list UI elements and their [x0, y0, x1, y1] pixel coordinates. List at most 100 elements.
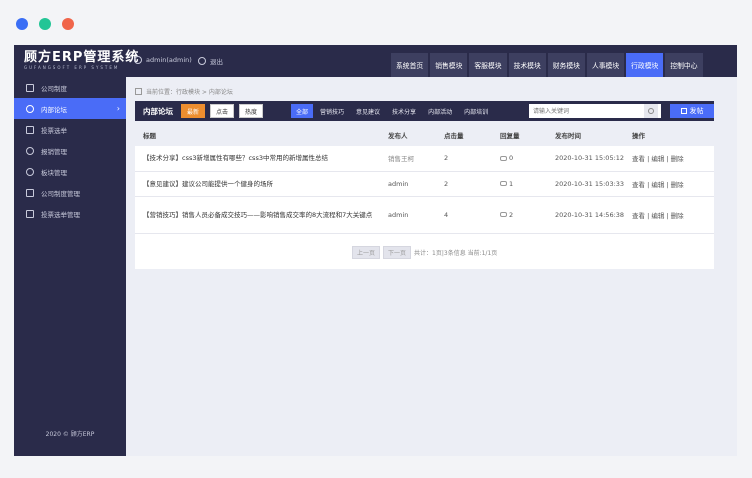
sidebar-item-forum[interactable]: 内部论坛 ›	[14, 98, 126, 119]
tab-internal-events[interactable]: 内部活动	[423, 104, 457, 118]
sidebar-item-voting-admin[interactable]: 投票选举管理	[14, 203, 126, 224]
window-dot-red[interactable]	[62, 18, 74, 30]
users-icon	[26, 104, 34, 113]
post-actions[interactable]: 查看 | 编辑 | 删除	[632, 212, 684, 220]
post-title-link[interactable]: 【营销技巧】销售人员必备成交技巧——影响销售成交率的8大流程和7大关键点	[143, 211, 372, 219]
document-icon	[26, 188, 34, 197]
table-row: 【技术分享】css3新增属性有哪些？css3中常用的新增属性总结 销售王柯 2 …	[135, 146, 714, 172]
copyright: 2020 © 顾方ERP	[45, 431, 95, 438]
search-icon	[648, 108, 654, 114]
power-icon	[198, 57, 206, 65]
nav-item-home[interactable]: 系统首页	[390, 53, 429, 77]
post-time: 2020-10-31 15:03:33	[555, 179, 625, 188]
logo-title: 顾方ERP管理系统	[24, 50, 140, 65]
sidebar-item-voting[interactable]: 投票选举	[14, 119, 126, 140]
col-clicks: 点击量	[444, 124, 500, 146]
sidebar-item-label: 板块管理	[41, 168, 67, 177]
bar-chart-icon	[26, 209, 34, 218]
post-title-link[interactable]: 【意见建议】建议公司能提供一个健身的场所	[143, 180, 273, 188]
tab-suggestions[interactable]: 意见建议	[351, 104, 385, 118]
comment-icon	[500, 212, 507, 217]
new-post-label: 发帖	[689, 107, 704, 115]
next-page-button[interactable]: 下一页	[383, 246, 412, 259]
sidebar-item-reimbursement[interactable]: 报销管理	[14, 140, 126, 161]
post-clicks: 2	[444, 154, 449, 163]
logo[interactable]: 顾方ERP管理系统 GUFANGSOFT ERP SYSTEM	[24, 50, 139, 71]
nav-item-finance[interactable]: 财务模块	[546, 53, 585, 77]
table-header: 标题 发布人 点击量 回复量 发布时间 操作	[135, 124, 714, 146]
col-author: 发布人	[388, 124, 444, 146]
post-time: 2020-10-31 15:05:12	[555, 154, 625, 163]
col-replies: 回复量	[500, 124, 555, 146]
forum-table: 标题 发布人 点击量 回复量 发布时间 操作 【技术分享】css3新增属性有哪些…	[135, 124, 714, 234]
sidebar: 公司制度 内部论坛 › 投票选举 报销管理 板块管理 公司制度管理 投票选举管理…	[14, 77, 126, 456]
sidebar-item-label: 投票选举管理	[41, 210, 80, 219]
new-post-button[interactable]: 发帖	[670, 104, 714, 118]
post-actions[interactable]: 查看 | 编辑 | 删除	[632, 181, 684, 189]
sort-buttons: 最新 点击 热度	[181, 104, 264, 118]
tab-marketing[interactable]: 营销技巧	[315, 104, 349, 118]
post-title-link[interactable]: 【技术分享】css3新增属性有哪些？css3中常用的新增属性总结	[143, 154, 328, 162]
post-clicks: 4	[444, 210, 449, 219]
user-icon	[134, 56, 142, 64]
prev-page-button[interactable]: 上一页	[352, 246, 381, 259]
col-title: 标题	[135, 124, 388, 146]
sidebar-item-label: 投票选举	[41, 126, 67, 135]
bar-chart-icon	[26, 125, 34, 134]
top-bar: 顾方ERP管理系统 GUFANGSOFT ERP SYSTEM admin(ad…	[14, 45, 737, 77]
search-box	[529, 104, 661, 118]
home-icon[interactable]	[135, 88, 142, 95]
post-time: 2020-10-31 14:56:38	[555, 210, 625, 219]
tab-tech-share[interactable]: 技术分享	[387, 104, 421, 118]
col-time: 发布时间	[555, 124, 632, 146]
sort-hot-button[interactable]: 热度	[239, 104, 264, 118]
post-actions[interactable]: 查看 | 编辑 | 删除	[632, 155, 684, 163]
post-replies: 0	[509, 154, 514, 163]
sort-latest-button[interactable]: 最新	[181, 104, 206, 118]
post-author: admin	[388, 179, 409, 188]
nav-item-control[interactable]: 控制中心	[664, 53, 703, 77]
logout-button[interactable]: 退出	[198, 56, 223, 66]
chevron-right-icon: ›	[116, 104, 120, 113]
sidebar-item-label: 报销管理	[41, 147, 67, 156]
post-author: admin	[388, 210, 409, 219]
users-icon	[26, 167, 34, 176]
sidebar-item-board-admin[interactable]: 板块管理	[14, 161, 126, 182]
table-row: 【营销技巧】销售人员必备成交技巧——影响销售成交率的8大流程和7大关键点 adm…	[135, 196, 714, 234]
window-controls	[16, 18, 74, 30]
post-replies: 2	[509, 210, 514, 219]
logo-subtitle: GUFANGSOFT ERP SYSTEM	[24, 65, 120, 70]
edit-icon	[680, 108, 687, 114]
nav-item-tech[interactable]: 技术模块	[507, 53, 546, 77]
pagination: 上一页 下一页 共计：1页|3条信息 当前:1/1页	[352, 246, 497, 259]
app-window: 顾方ERP管理系统 GUFANGSOFT ERP SYSTEM admin(ad…	[14, 45, 737, 456]
window-dot-green[interactable]	[39, 18, 51, 30]
comment-icon	[500, 181, 507, 186]
breadcrumb: 当前位置：行政模块 > 内部论坛	[135, 87, 233, 96]
top-nav: 系统首页 销售模块 客服模块 技术模块 财务模块 人事模块 行政模块 控制中心	[390, 53, 703, 77]
col-actions: 操作	[632, 124, 714, 146]
nav-item-hr[interactable]: 人事模块	[585, 53, 625, 77]
sort-clicks-button[interactable]: 点击	[210, 104, 235, 118]
user-label: admin(admin)	[146, 56, 192, 64]
category-tabs: 全部 营销技巧 意见建议 技术分享 内部活动 内部培训	[291, 104, 493, 118]
post-clicks: 2	[444, 179, 449, 188]
nav-item-service[interactable]: 客服模块	[468, 53, 507, 77]
tab-internal-training[interactable]: 内部培训	[459, 104, 493, 118]
comment-icon	[500, 155, 507, 161]
panel-title: 内部论坛	[143, 107, 173, 116]
page-summary: 共计：1页|3条信息 当前:1/1页	[414, 250, 498, 257]
sidebar-item-label: 内部论坛	[41, 105, 67, 114]
post-author: 销售王柯	[388, 155, 414, 164]
nav-item-sales[interactable]: 销售模块	[429, 53, 468, 77]
user-info[interactable]: admin(admin)	[134, 56, 192, 64]
sidebar-item-company-rules[interactable]: 公司制度	[14, 77, 126, 98]
window-dot-blue[interactable]	[16, 18, 28, 30]
search-input[interactable]	[529, 105, 644, 117]
table-row: 【意见建议】建议公司能提供一个健身的场所 admin 2 1 2020-10-3…	[135, 171, 714, 197]
sidebar-item-rules-admin[interactable]: 公司制度管理	[14, 182, 126, 203]
document-icon	[26, 83, 34, 92]
search-button[interactable]	[644, 104, 658, 118]
nav-item-admin[interactable]: 行政模块	[625, 53, 664, 77]
tab-all[interactable]: 全部	[291, 104, 314, 118]
